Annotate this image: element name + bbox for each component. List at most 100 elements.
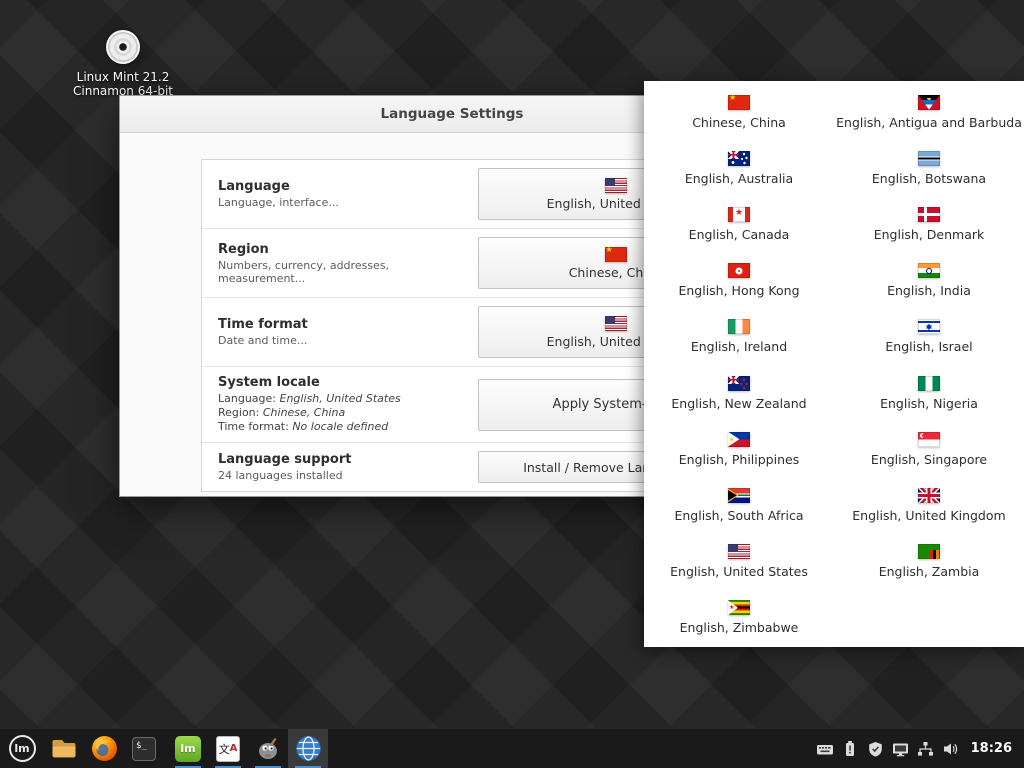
row-detail: Language: English, United States [218,392,468,406]
language-option-english-denmark[interactable]: English, Denmark [834,196,1024,252]
language-option-english-canada[interactable]: English, Canada [644,196,834,252]
language-settings-icon [295,735,322,762]
language-option-english-zambia[interactable]: English, Zambia [834,534,1024,590]
language-option-english-hong-kong[interactable]: English, Hong Kong [644,253,834,309]
language-option-label: English, Israel [885,339,972,354]
row-text: Time format Date and time... [218,317,478,347]
row-detail: Time format: No locale defined [218,420,468,434]
flag-ng-icon [918,376,940,391]
battery-icon [844,740,856,757]
flag-us-icon [605,178,627,193]
language-option-english-antigua-and-barbuda[interactable]: English, Antigua and Barbuda [834,84,1024,140]
gimp-icon [255,736,281,762]
window-title: Language Settings [381,106,524,122]
row-title: Language support [218,452,468,467]
language-option-english-australia[interactable]: English, Australia [644,140,834,196]
row-subtitle: 24 languages installed [218,469,468,482]
row-subtitle: Date and time... [218,334,468,347]
row-title: System locale [218,375,468,390]
cjk-editor-window-button[interactable]: 文A [208,729,248,768]
disc-icon [106,30,140,64]
network-tray-button[interactable] [913,729,938,768]
flag-in-icon [918,263,940,278]
flag-au-icon [728,151,750,166]
mint-green-window-button[interactable]: lm [168,729,208,768]
flag-il-icon [918,319,940,334]
row-title: Region [218,242,468,257]
flag-zw-icon [728,600,750,615]
language-option-english-zimbabwe[interactable]: English, Zimbabwe [644,590,834,646]
language-option-label: English, Singapore [871,452,987,467]
flag-hk-icon [728,263,750,278]
flag-ag-icon [918,95,940,110]
flag-gb-icon [918,488,940,503]
volume-tray-button[interactable] [938,729,963,768]
languages-window-button[interactable] [288,729,328,768]
flag-ie-icon [728,319,750,334]
row-subtitle: Language, interface... [218,196,468,209]
mint-app-icon: lm [175,736,201,762]
shield-tray-button[interactable] [863,729,888,768]
flag-ph-icon [728,432,750,447]
display-icon [892,741,909,757]
flag-cn-icon [728,95,750,110]
language-option-english-new-zealand[interactable]: English, New Zealand [644,365,834,421]
flag-sg-icon [918,432,940,447]
language-option-english-india[interactable]: English, India [834,253,1024,309]
row-text: Language support 24 languages installed [218,452,478,482]
language-option-english-botswana[interactable]: English, Botswana [834,140,1024,196]
keyboard-icon [816,741,834,757]
desktop-icon-linux-mint[interactable]: Linux Mint 21.2 Cinnamon 64-bit [60,30,186,98]
language-option-label: English, Denmark [874,227,985,242]
language-option-label: English, Philippines [679,452,799,467]
flag-za-icon [728,488,750,503]
language-option-label: English, United Kingdom [852,508,1005,523]
language-option-label: Chinese, China [692,115,786,130]
folder-launcher[interactable] [44,729,84,768]
language-list-popup: Chinese, China English, Antigua and Barbu… [644,81,1024,647]
row-title: Time format [218,317,468,332]
gimp-window-button[interactable] [248,729,288,768]
firefox-launcher[interactable] [84,729,124,768]
system-tray: 18:26 [813,729,1024,768]
language-option-english-philippines[interactable]: English, Philippines [644,421,834,477]
network-icon [917,741,934,757]
row-text: System locale Language: English, United S… [218,375,478,434]
language-option-english-singapore[interactable]: English, Singapore [834,421,1024,477]
language-option-english-south-africa[interactable]: English, South Africa [644,477,834,533]
language-option-label: English, Nigeria [880,396,978,411]
detail-prefix: Time format: [218,420,292,433]
row-text: Language Language, interface... [218,179,478,209]
language-option-english-nigeria[interactable]: English, Nigeria [834,365,1024,421]
row-title: Language [218,179,468,194]
display-tray-button[interactable] [888,729,913,768]
flag-us-icon [728,544,750,559]
language-option-english-israel[interactable]: English, Israel [834,309,1024,365]
clock[interactable]: 18:26 [971,741,1012,756]
detail-prefix: Language: [218,392,280,405]
desktop[interactable]: { "colors": { "accent": "#4a90d9", "pane… [0,0,1024,768]
language-option-english-united-states[interactable]: English, United States [644,534,834,590]
detail-value: English, United States [280,392,401,405]
volume-icon [942,741,959,757]
keyboard-tray-button[interactable] [813,729,838,768]
folder-icon [51,738,77,759]
language-option-label: English, India [887,283,971,298]
language-option-chinese-china[interactable]: Chinese, China [644,84,834,140]
language-option-label: English, Zambia [879,564,980,579]
detail-value: Chinese, China [263,406,345,419]
row-text: Region Numbers, currency, addresses, meas… [218,242,478,285]
flag-dk-icon [918,207,940,222]
language-option-english-united-kingdom[interactable]: English, United Kingdom [834,477,1024,533]
language-option-label: English, New Zealand [671,396,806,411]
language-option-label: English, Australia [685,171,793,186]
language-option-english-ireland[interactable]: English, Ireland [644,309,834,365]
language-option-label: English, Canada [689,227,790,242]
language-option-label: English, South Africa [674,508,803,523]
battery-tray-button[interactable] [838,729,863,768]
menu-button[interactable]: lm [0,729,44,768]
terminal-icon: $_ [132,737,156,761]
language-option-label: English, Antigua and Barbuda [836,115,1022,130]
terminal-launcher[interactable]: $_ [124,729,164,768]
row-subtitle: Numbers, currency, addresses, measuremen… [218,259,468,285]
